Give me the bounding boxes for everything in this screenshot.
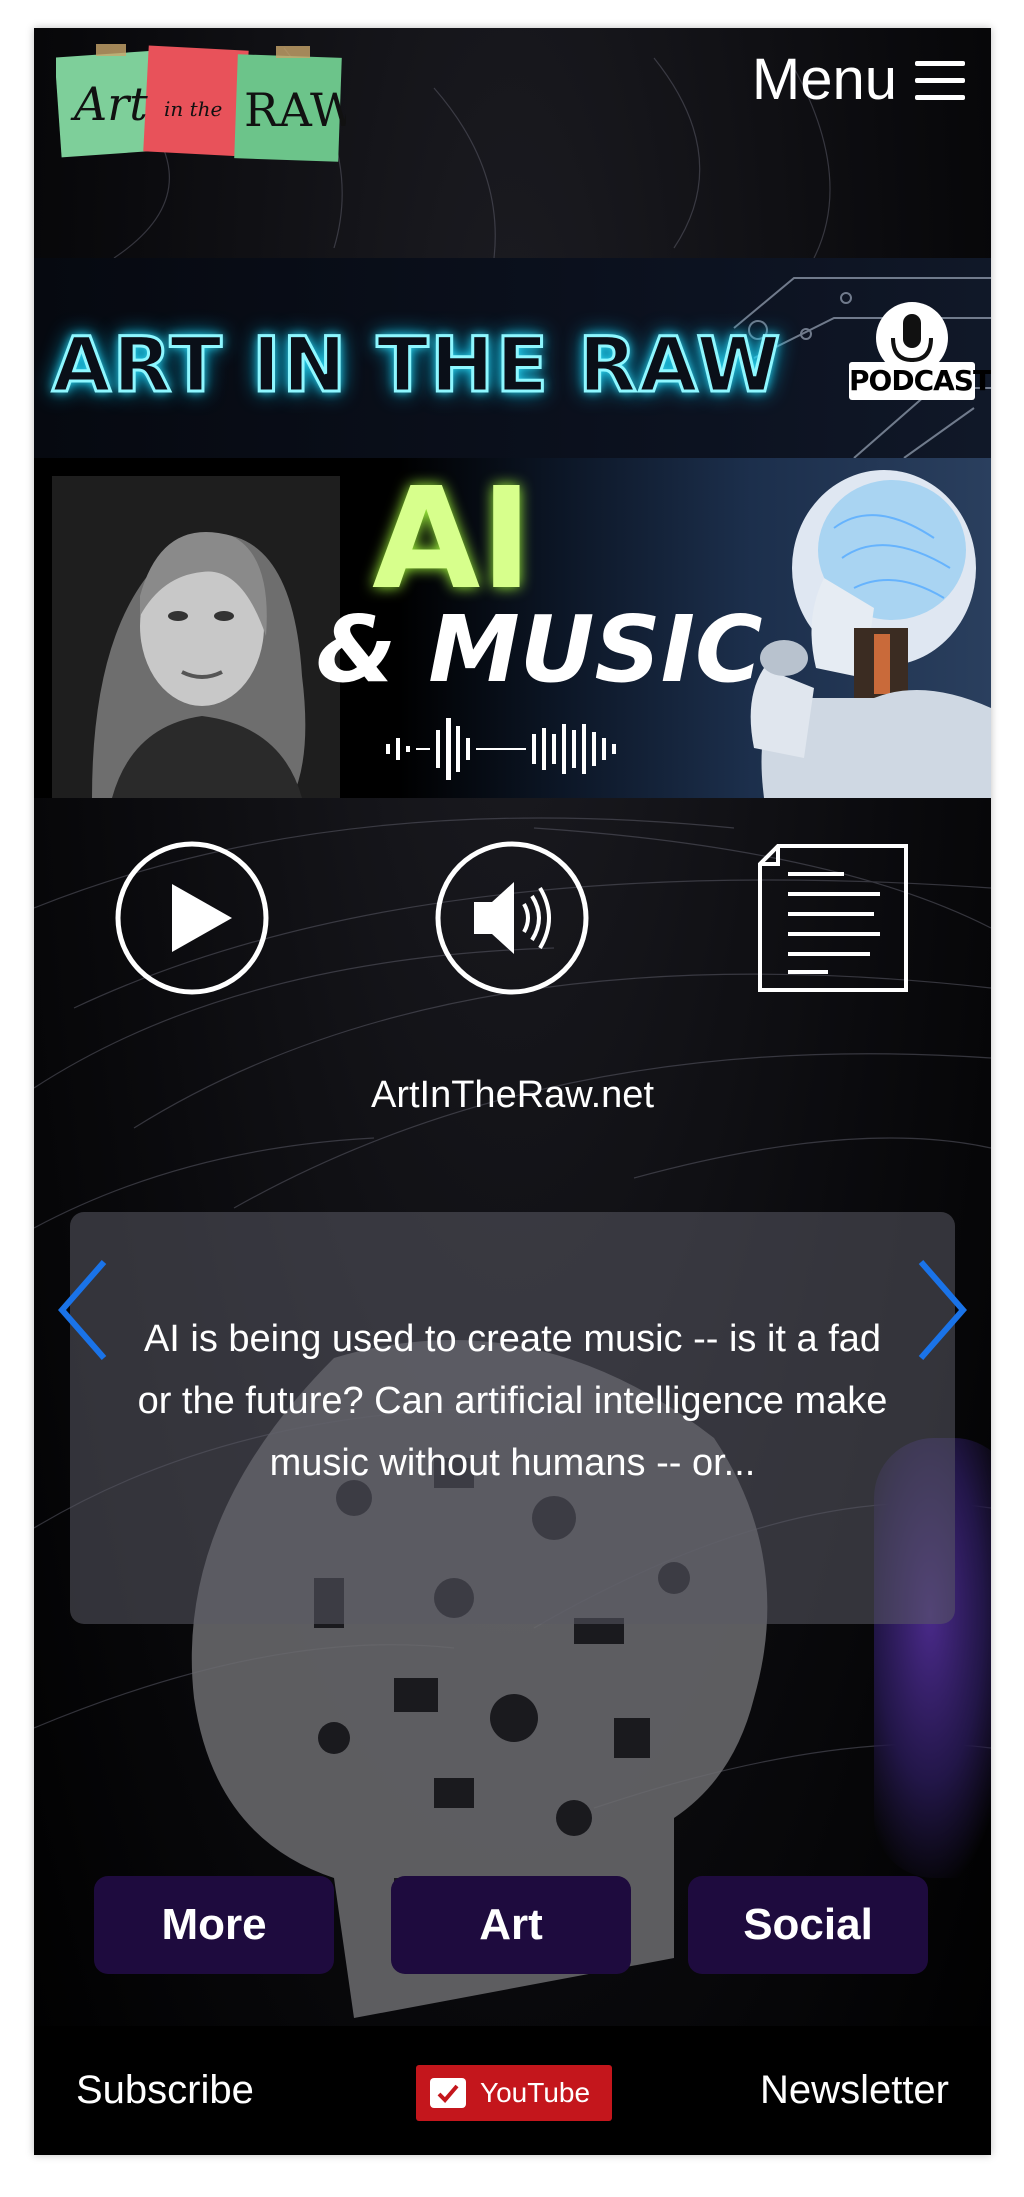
carousel-slide-text: AI is being used to create music -- is i… [137,1318,888,1484]
menu-button[interactable]: Menu [752,46,965,113]
music-headline: & MUSIC [316,596,763,703]
subscribe-link[interactable]: Subscribe [76,2068,254,2113]
social-button[interactable]: Social [688,1876,928,1974]
episode-carousel: AI is being used to create music -- is i… [70,1212,955,1624]
hamburger-icon [915,57,965,103]
podcast-label: PODCAST [849,362,991,400]
chevron-left-icon[interactable] [54,1256,114,1364]
art-in-the-raw-logo[interactable]: Art in the RAW [56,40,346,170]
youtube-button[interactable]: YouTube [416,2065,612,2121]
banner-image-strip: AI & MUSIC [34,458,991,798]
youtube-label: YouTube [480,2077,591,2108]
volume-icon[interactable] [432,838,592,998]
youtube-check-icon [430,2078,466,2108]
banner-title-strip: ART IN THE RAW PODCAST [34,258,991,458]
svg-text:Art: Art [70,77,148,131]
ai-robot-image [750,470,991,798]
svg-text:RAW: RAW [244,83,346,137]
audio-waveform-icon [386,718,616,780]
document-icon[interactable] [752,838,912,998]
menu-label: Menu [751,47,897,112]
site-footer: Subscribe YouTube Newsletter [34,2026,991,2155]
newsletter-link[interactable]: Newsletter [760,2068,949,2113]
art-button[interactable]: Art [391,1876,631,1974]
chevron-right-icon[interactable] [911,1256,971,1364]
more-button[interactable]: More [94,1876,334,1974]
svg-text:in the: in the [164,97,222,121]
section-nav: More Art Social [34,1876,991,1976]
host-portrait [52,476,340,798]
play-icon[interactable] [112,838,272,998]
player-controls [34,828,991,1008]
episode-banner: ART IN THE RAW PODCAST AI & MUSIC [34,258,991,798]
banner-title: ART IN THE RAW [50,319,783,411]
site-header: Art in the RAW Menu [34,28,991,258]
app-frame: Art in the RAW Menu ART IN THE RAW PODCA… [34,28,991,2155]
site-url-link[interactable]: ArtInTheRaw.net [34,1074,991,1117]
